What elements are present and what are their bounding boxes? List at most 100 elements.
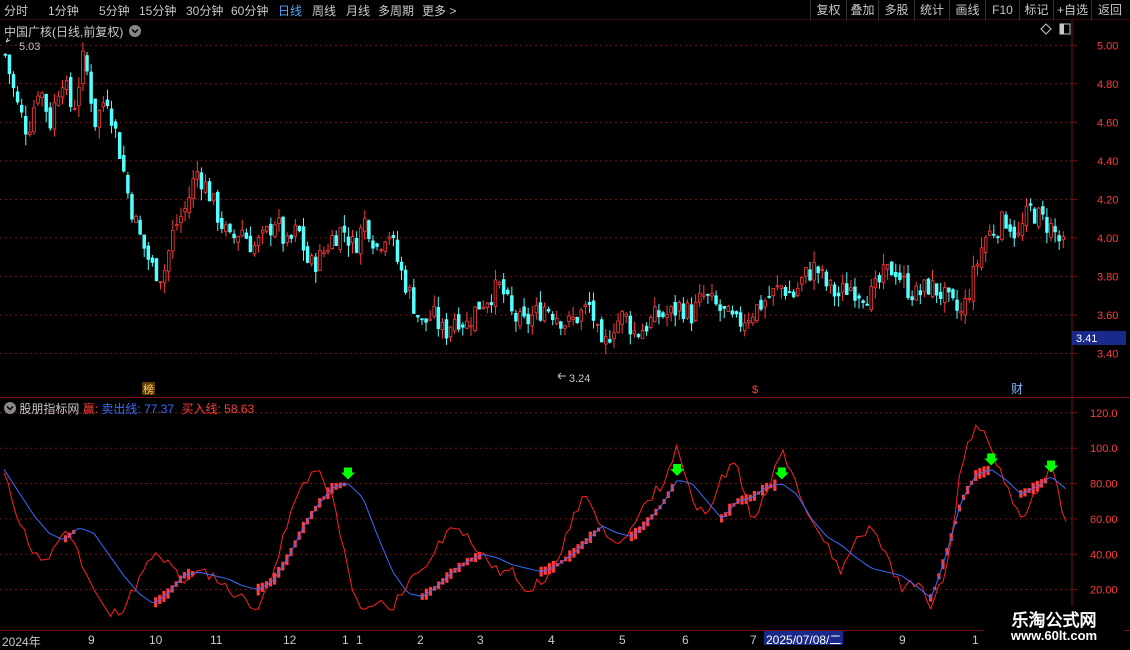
tab-multi-period[interactable]: 多周期 <box>378 2 414 19</box>
candle-body <box>501 279 506 295</box>
candle-body <box>1045 216 1049 233</box>
indicator-bars <box>63 465 1048 608</box>
indicator-panel[interactable]: 120.0 100.0 80.00 60.00 40.00 20.00 股朋指标网 赢: … <box>0 397 1130 631</box>
candle-body <box>354 238 359 253</box>
candle-body <box>465 320 469 329</box>
candle-body <box>1037 207 1041 228</box>
candle-body <box>432 305 436 317</box>
indicator-dropdown-icon[interactable] <box>4 402 16 414</box>
tab-more[interactable]: 更多 > <box>422 2 456 19</box>
date-tick: 4 <box>548 633 555 647</box>
candle-body <box>1012 226 1016 239</box>
candle-body <box>391 235 396 239</box>
candle-body <box>497 281 502 286</box>
finance-marker-icon[interactable]: 财 <box>1011 382 1023 396</box>
candle-body <box>640 330 645 340</box>
date-tick: 1 <box>342 633 349 647</box>
sell-arrow-icon <box>1044 460 1059 473</box>
title-dropdown-icon[interactable] <box>128 25 141 37</box>
candle-body <box>363 217 367 232</box>
tab-monthly[interactable]: 月线 <box>346 2 370 19</box>
candle-body <box>456 314 461 330</box>
mark-button[interactable]: 标记 <box>1019 0 1053 20</box>
tab-30min[interactable]: 30分钟 <box>186 2 223 19</box>
candle-body <box>518 311 522 327</box>
adjust-button[interactable]: 复权 <box>810 0 846 20</box>
candle-body <box>816 266 820 274</box>
candle-body <box>11 74 16 89</box>
candle-body <box>146 245 151 260</box>
candle-body <box>77 86 81 107</box>
watermark-url: www.60lt.com <box>1010 628 1098 643</box>
tab-60min[interactable]: 60分钟 <box>231 2 268 19</box>
candle-body <box>828 279 833 286</box>
candle-body <box>992 233 996 236</box>
candle-body <box>68 77 73 108</box>
candle-body <box>881 264 886 284</box>
tab-15min[interactable]: 15分钟 <box>139 2 176 19</box>
back-button[interactable]: 返回 <box>1091 0 1128 20</box>
tab-intraday[interactable]: 分时 <box>4 2 28 19</box>
f10-button[interactable]: F10 <box>985 0 1019 20</box>
candle-body <box>910 296 914 301</box>
candle-body <box>175 224 179 227</box>
sell-line-label: 卖出线: <box>101 402 141 416</box>
date-tick: 9 <box>88 633 95 647</box>
candle-body <box>461 324 465 328</box>
candle-body <box>162 269 167 284</box>
price-y-tick-label: 4.00 <box>1097 233 1118 245</box>
candle-body <box>346 236 351 246</box>
candle-body <box>514 312 518 322</box>
candle-body <box>959 310 963 314</box>
indicator-y-tick-label: 80.00 <box>1090 479 1118 491</box>
add-watchlist-button[interactable]: +自选 <box>1053 0 1091 20</box>
candle-body <box>808 269 812 281</box>
candle-body <box>865 303 869 306</box>
candle-body <box>542 306 547 322</box>
candle-body <box>697 292 702 303</box>
candle-body <box>906 273 910 298</box>
candle-body <box>477 301 481 310</box>
candle-body <box>387 236 392 240</box>
overlay-button[interactable]: 叠加 <box>846 0 878 20</box>
candle-body <box>232 233 236 239</box>
candle-body <box>983 236 988 253</box>
candle-body <box>191 178 195 200</box>
tab-5min[interactable]: 5分钟 <box>99 2 130 19</box>
candle-body <box>1028 203 1033 206</box>
date-tick: 7 <box>750 633 757 647</box>
price-chart-panel[interactable]: 5.00 4.80 4.60 4.40 4.20 4.00 3.80 3.60 3.40 5.0… <box>0 20 1130 398</box>
candle-body <box>677 301 682 312</box>
tab-weekly[interactable]: 周线 <box>312 2 336 19</box>
multi-stock-button[interactable]: 多股 <box>878 0 914 20</box>
crosshair-date-label: 2025/07/08/二 <box>764 631 844 647</box>
candle-body <box>587 302 592 305</box>
candle-body <box>314 256 318 272</box>
candle-body <box>440 322 445 330</box>
candle-body <box>3 53 8 56</box>
candle-body <box>734 311 739 315</box>
dividend-marker-icon[interactable]: $ <box>752 384 758 396</box>
candle-body <box>975 263 980 267</box>
tab-1min[interactable]: 1分钟 <box>48 2 79 19</box>
buy-line <box>3 424 1067 618</box>
indicator-chart[interactable]: 120.0 100.0 80.00 60.00 40.00 20.00 <box>0 398 1130 631</box>
draw-line-button[interactable]: 画线 <box>949 0 985 20</box>
price-chart[interactable]: 5.00 4.80 4.60 4.40 4.20 4.00 3.80 3.60 3.40 5.0… <box>0 20 1130 398</box>
statistics-button[interactable]: 统计 <box>914 0 949 20</box>
candle-body <box>56 95 61 106</box>
candle-body <box>624 313 628 317</box>
tab-daily[interactable]: 日线 <box>278 2 302 19</box>
sell-line <box>3 469 1067 603</box>
candle-body <box>967 297 972 300</box>
sell-arrow-icon <box>341 467 356 480</box>
candle-body <box>653 306 657 323</box>
candle-body <box>371 240 375 249</box>
candle-body <box>412 287 416 314</box>
candle-body <box>407 286 412 291</box>
candle-body <box>742 322 747 332</box>
price-y-tick-label: 3.40 <box>1097 348 1118 360</box>
candle-body <box>510 295 514 312</box>
diamond-icon[interactable] <box>1040 23 1052 35</box>
candle-body <box>824 271 829 287</box>
